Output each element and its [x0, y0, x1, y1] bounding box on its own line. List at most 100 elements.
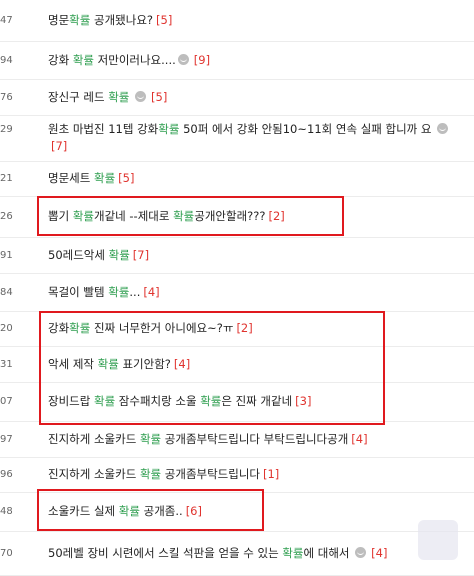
keyword-highlight: 확률: [139, 432, 162, 446]
keyword-highlight: 확률: [93, 394, 116, 408]
comment-count[interactable]: [5]: [151, 90, 167, 104]
post-title-link[interactable]: 50레벨 장비 시련에서 스킬 석판을 얻을 수 있는 확률에 대해서 [4]: [48, 545, 468, 562]
comment-count[interactable]: [5]: [156, 13, 172, 27]
comment-count[interactable]: [4]: [371, 546, 387, 560]
list-item[interactable]: 48 소울카드 실제 확률 공개좀.. [6]: [0, 493, 474, 532]
post-title-text: 50레벨 장비 시련에서 스킬 석판을 얻을 수 있는: [48, 546, 283, 560]
post-title-text: 공개좀..: [139, 504, 183, 518]
post-title-text: 악세 제작: [48, 357, 98, 371]
post-title-link[interactable]: 목걸이 빨템 확률... [4]: [48, 284, 468, 301]
post-title-text: 은 진짜 개같네: [221, 394, 293, 408]
keyword-highlight: 확률: [200, 394, 222, 408]
post-title-link[interactable]: 강화확률 진짜 너무한거 아니에요~?ㅠ [2]: [48, 320, 468, 337]
keyword-highlight: 확률: [108, 285, 130, 299]
list-item[interactable]: 47 명문확률 공개됐나요? [5]: [0, 0, 474, 42]
post-title-link[interactable]: 뽑기 확률개같네 --제대로 확률공개안할래??? [2]: [48, 208, 468, 225]
list-item[interactable]: 26 뽑기 확률개같네 --제대로 확률공개안할래??? [2]: [0, 197, 474, 238]
post-number: 94: [0, 55, 13, 66]
post-title-link[interactable]: 50레드악세 확률 [7]: [48, 247, 468, 264]
emoticon-icon: [177, 54, 189, 65]
emoticon-icon: [135, 91, 147, 102]
post-title-text: 장비드랍: [48, 394, 94, 408]
comment-count[interactable]: [1]: [263, 467, 279, 481]
list-item[interactable]: 96 진지하게 소울카드 확률 공개좀부탁드립니다 [1]: [0, 458, 474, 493]
post-title-text: 진지하게 소울카드: [48, 467, 140, 481]
list-item[interactable]: 76 장신구 레드 확률 [5]: [0, 80, 474, 116]
post-number: 84: [0, 287, 13, 298]
post-number: 76: [0, 92, 13, 103]
post-number: 91: [0, 250, 13, 261]
list-item[interactable]: 29 원초 마법진 11텝 강화확률 50퍼 에서 강화 안됨10~11회 연속 …: [0, 116, 474, 162]
post-title-text: 공개됐나요?: [90, 13, 154, 27]
post-title-text: 공개안할래???: [194, 209, 266, 223]
list-item[interactable]: 07 장비드랍 확률 잠수패치랑 소울 확률은 진짜 개같네 [3]: [0, 383, 474, 422]
list-item[interactable]: 31 악세 제작 확률 표기안함? [4]: [0, 347, 474, 383]
post-title-link[interactable]: 악세 제작 확률 표기안함? [4]: [48, 356, 468, 373]
comment-count[interactable]: [7]: [51, 139, 67, 153]
list-item[interactable]: 21 명문세트 확률 [5]: [0, 162, 474, 197]
post-title-link[interactable]: 진지하게 소울카드 확률 공개좀부탁드립니다 [1]: [48, 466, 468, 483]
post-number: 48: [0, 506, 13, 517]
comment-count[interactable]: [2]: [268, 209, 284, 223]
post-title-link[interactable]: 강화 확률 저만이러나요.... [9]: [48, 52, 468, 69]
post-number: 31: [0, 359, 13, 370]
post-title-text: 공개좀부탁드립니다 부탁드립니다공개: [161, 432, 349, 446]
list-item[interactable]: 84 목걸이 빨템 확률... [4]: [0, 274, 474, 312]
comment-count[interactable]: [4]: [351, 432, 367, 446]
post-title-link[interactable]: 장신구 레드 확률 [5]: [48, 89, 468, 106]
post-title-link[interactable]: 진지하게 소울카드 확률 공개좀부탁드립니다 부탁드립니다공개 [4]: [48, 431, 468, 448]
list-item[interactable]: 91 50레드악세 확률 [7]: [0, 238, 474, 274]
post-title-text: 진짜 너무한거 아니에요~?ㅠ: [90, 321, 234, 335]
post-number: 70: [0, 548, 13, 559]
post-number: 07: [0, 396, 13, 407]
keyword-highlight: 확률: [72, 209, 94, 223]
comment-count[interactable]: [4]: [143, 285, 159, 299]
comment-count[interactable]: [5]: [118, 171, 134, 185]
post-title-text: 강화: [48, 53, 73, 67]
post-title-text: 강화: [48, 321, 70, 335]
post-title-text: 소울카드 실제: [48, 504, 119, 518]
post-title-text: 50레드악세: [48, 248, 109, 262]
post-title-text: 50퍼 에서 강화 안됨10~11회 연속 실패 합니까 요: [179, 122, 436, 136]
list-item[interactable]: 70 50레벨 장비 시련에서 스킬 석판을 얻을 수 있는 확률에 대해서 [4…: [0, 532, 474, 576]
comment-count[interactable]: [4]: [174, 357, 190, 371]
post-title-link[interactable]: 원초 마법진 11텝 강화확률 50퍼 에서 강화 안됨10~11회 연속 실패…: [48, 121, 468, 155]
post-number: 21: [0, 173, 13, 184]
keyword-highlight: 확률: [93, 171, 116, 185]
keyword-highlight: 확률: [108, 90, 130, 104]
post-title-link[interactable]: 명문세트 확률 [5]: [48, 170, 468, 187]
post-title-text: ...: [129, 285, 141, 299]
post-title-text: 저만이러나요....: [94, 53, 176, 67]
post-title-text: 목걸이 빨템: [48, 285, 109, 299]
list-item[interactable]: 97 진지하게 소울카드 확률 공개좀부탁드립니다 부탁드립니다공개 [4]: [0, 422, 474, 458]
post-title-link[interactable]: 명문확률 공개됐나요? [5]: [48, 12, 468, 29]
comment-count[interactable]: [6]: [186, 504, 202, 518]
post-title-text: 명문: [48, 13, 70, 27]
post-number: 96: [0, 469, 13, 480]
post-number: 29: [0, 124, 13, 135]
comment-count[interactable]: [3]: [295, 394, 311, 408]
post-title-text: 공개좀부탁드립니다: [161, 467, 260, 481]
comment-count[interactable]: [7]: [133, 248, 149, 262]
comment-count[interactable]: [9]: [194, 53, 210, 67]
post-title-text: 장신구 레드: [48, 90, 109, 104]
emoticon-icon: [355, 547, 367, 558]
post-title-text: 명문세트: [48, 171, 94, 185]
keyword-highlight: 확률: [69, 321, 91, 335]
list-item[interactable]: 20 강화확률 진짜 너무한거 아니에요~?ㅠ [2]: [0, 312, 474, 347]
post-number: 26: [0, 211, 13, 222]
post-title-link[interactable]: 소울카드 실제 확률 공개좀.. [6]: [48, 503, 468, 520]
keyword-highlight: 확률: [173, 209, 195, 223]
post-title-text: [129, 90, 133, 104]
comment-count[interactable]: [2]: [236, 321, 252, 335]
watermark-logo: [418, 520, 458, 560]
keyword-highlight: 확률: [108, 248, 130, 262]
post-title-text: 원초 마법진 11텝 강화: [48, 122, 159, 136]
list-item[interactable]: 94 강화 확률 저만이러나요.... [9]: [0, 42, 474, 80]
emoticon-icon: [437, 123, 449, 134]
keyword-highlight: 확률: [72, 53, 94, 67]
post-number: 97: [0, 434, 13, 445]
post-title-text: 진지하게 소울카드: [48, 432, 140, 446]
post-title-text: 잠수패치랑 소울: [115, 394, 201, 408]
post-title-link[interactable]: 장비드랍 확률 잠수패치랑 소울 확률은 진짜 개같네 [3]: [48, 393, 468, 410]
